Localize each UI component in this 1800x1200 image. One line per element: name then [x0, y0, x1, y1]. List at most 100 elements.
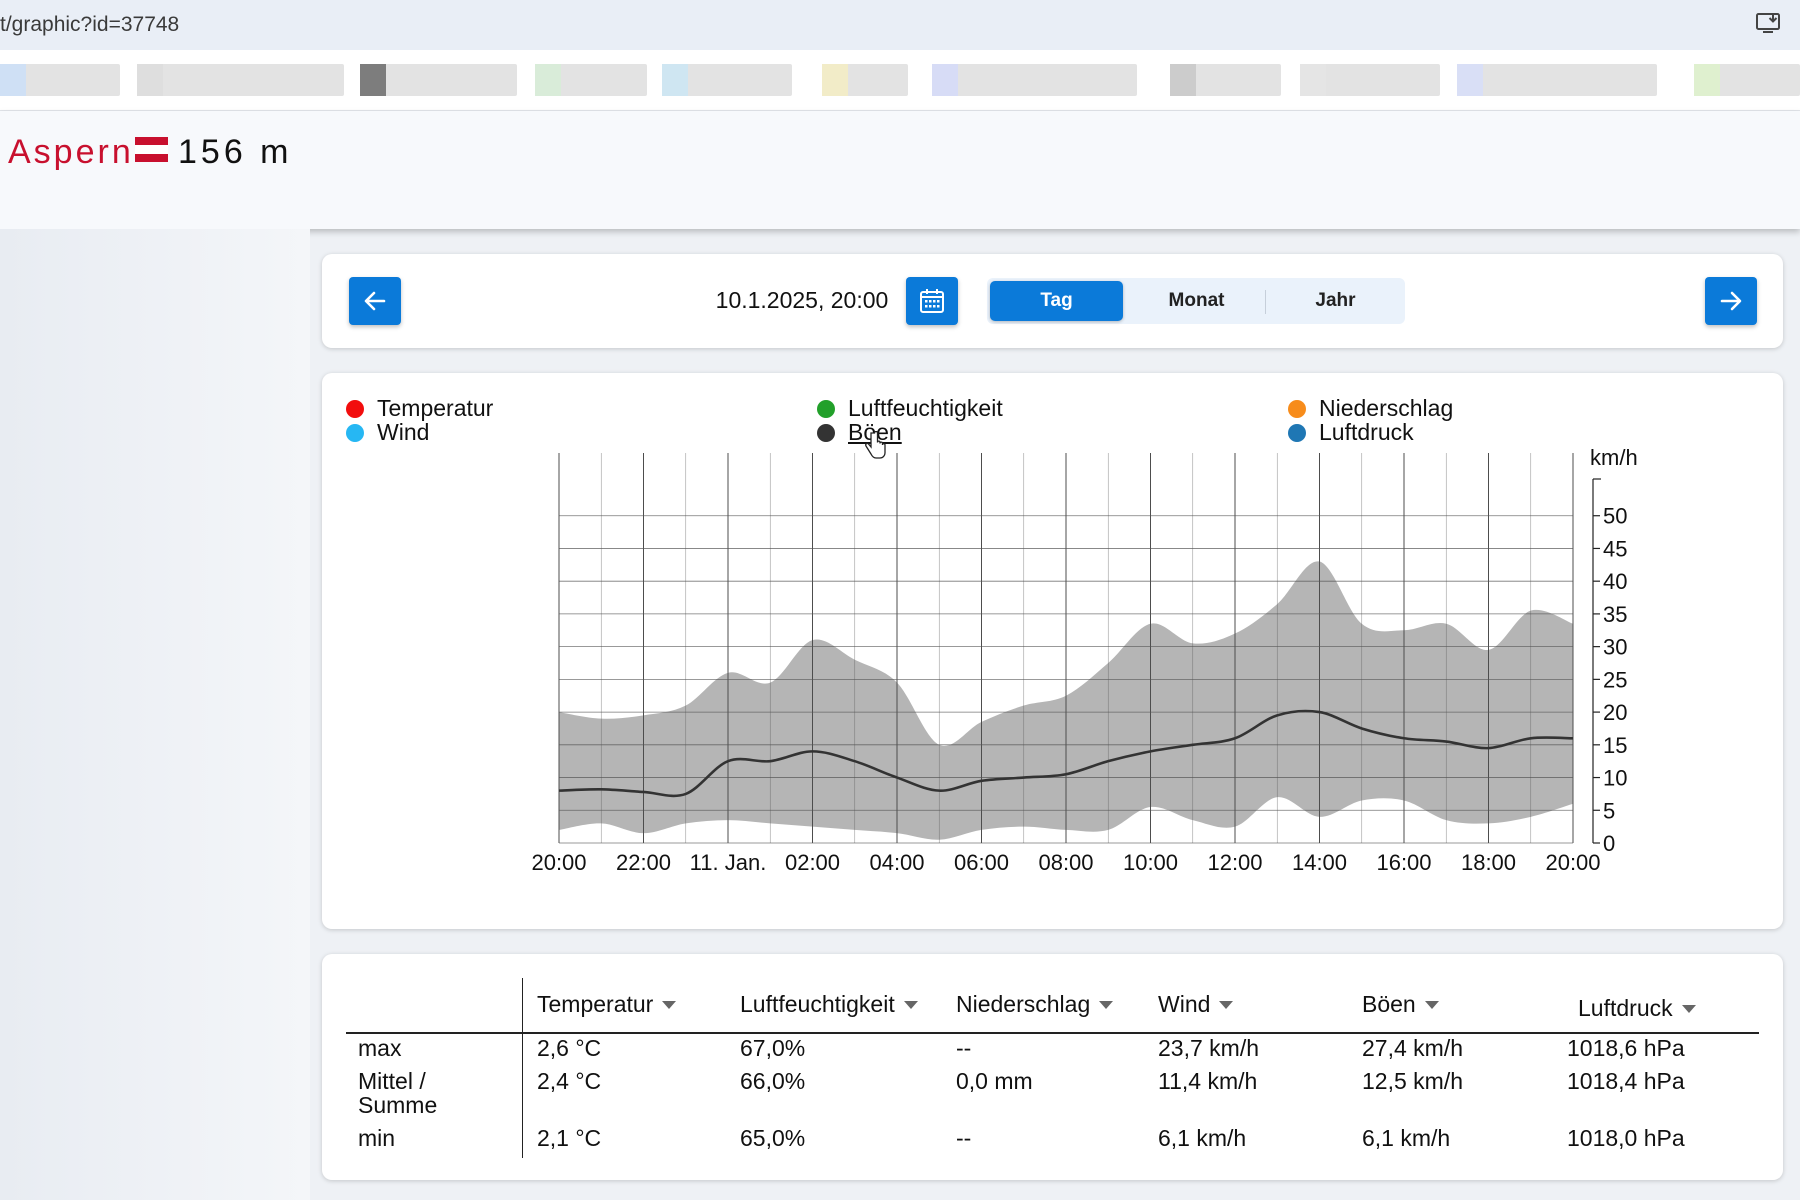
install-app-icon[interactable]	[1756, 12, 1782, 34]
table-cell: 67,0%	[740, 1035, 806, 1061]
table-cell: 6,1 km/h	[1158, 1125, 1247, 1151]
column-header[interactable]: Temperatur	[537, 991, 677, 1018]
column-header-label: Temperatur	[537, 991, 654, 1017]
tab-jahr[interactable]: Jahr	[1269, 281, 1402, 321]
table-cell: 1018,0 hPa	[1567, 1125, 1685, 1151]
x-tick-label: 20:00	[1545, 850, 1600, 875]
table-divider	[522, 978, 523, 1158]
bookmark-item[interactable]	[360, 64, 517, 96]
column-header-label: Luftfeuchtigkeit	[740, 991, 895, 1017]
tab-monat[interactable]: Monat	[1130, 281, 1263, 321]
next-period-button[interactable]	[1705, 277, 1757, 325]
bookmark-item[interactable]	[662, 64, 792, 96]
y-tick-label: 0	[1603, 831, 1615, 856]
side-background	[0, 229, 310, 1200]
bookmark-item[interactable]	[1300, 64, 1440, 96]
column-header[interactable]: Luftdruck	[1578, 995, 1696, 1022]
table-cell: 0,0 mm	[956, 1068, 1033, 1094]
bookmark-favicon-icon	[822, 64, 848, 96]
x-tick-label: 14:00	[1292, 850, 1347, 875]
bookmark-item[interactable]	[932, 64, 1137, 96]
row-label: max	[358, 1035, 402, 1061]
sort-caret-icon	[662, 1000, 677, 1009]
y-axis-label: km/h	[1590, 445, 1638, 470]
y-tick-label: 25	[1603, 667, 1627, 692]
bookmark-item[interactable]	[1170, 64, 1281, 96]
browser-address-bar[interactable]: t/graphic?id=37748	[0, 0, 1800, 50]
bookmark-item[interactable]	[1694, 64, 1800, 96]
previous-period-button[interactable]	[349, 277, 401, 325]
row-label: min	[358, 1125, 396, 1151]
url-text[interactable]: t/graphic?id=37748	[0, 13, 179, 37]
table-cell: 12,5 km/h	[1362, 1068, 1463, 1094]
y-tick-label: 20	[1603, 700, 1627, 725]
table-cell: 6,1 km/h	[1362, 1125, 1451, 1151]
sort-caret-icon	[903, 1000, 918, 1009]
column-header-label: Wind	[1158, 991, 1211, 1017]
calendar-button[interactable]	[906, 277, 958, 325]
bookmark-item[interactable]	[0, 64, 120, 96]
table-cell: 11,4 km/h	[1158, 1068, 1258, 1094]
x-tick-label: 22:00	[616, 850, 671, 875]
bookmark-item[interactable]	[535, 64, 647, 96]
gust-chart[interactable]: 0 5 10 15 20 25 30 35 40 45 50 km/h 20:00 22:00 11. Ja…	[322, 373, 1783, 929]
y-tick-label: 35	[1603, 602, 1627, 627]
bookmark-favicon-icon	[1457, 64, 1483, 96]
y-tick-label: 5	[1603, 798, 1615, 823]
table-cell: 66,0%	[740, 1068, 806, 1094]
tab-tag[interactable]: Tag	[990, 281, 1123, 321]
column-header-label: Böen	[1362, 991, 1416, 1017]
table-cell: 27,4 km/h	[1362, 1035, 1463, 1061]
chart-card: Temperatur Wind Luftfeuchtigkeit Böen Ni…	[322, 373, 1783, 929]
x-tick-label: 16:00	[1376, 850, 1431, 875]
period-toggle: Tag Monat Jahr	[987, 278, 1405, 324]
x-tick-label: 06:00	[954, 850, 1009, 875]
table-cell: 2,4 °C	[537, 1068, 602, 1094]
x-tick-label: 11. Jan.	[690, 850, 767, 875]
bookmark-favicon-icon	[137, 64, 163, 96]
bookmark-item[interactable]	[1457, 64, 1657, 96]
arrow-right-icon	[1720, 291, 1742, 311]
table-cell: --	[956, 1035, 972, 1061]
bookmark-item[interactable]	[822, 64, 908, 96]
column-header-label: Luftdruck	[1578, 995, 1673, 1021]
x-tick-label: 04:00	[869, 850, 924, 875]
bookmark-favicon-icon	[1694, 64, 1720, 96]
tab-separator	[1265, 290, 1266, 314]
station-header: Aspern 156 m	[0, 111, 1800, 229]
sort-caret-icon	[1681, 1004, 1696, 1013]
station-name: Aspern	[8, 133, 134, 171]
bookmark-favicon-icon	[1300, 64, 1326, 96]
bookmark-item[interactable]	[137, 64, 344, 96]
bookmark-favicon-icon	[932, 64, 958, 96]
table-cell: --	[956, 1125, 972, 1151]
y-tick-label: 50	[1603, 504, 1627, 529]
table-header-rule	[346, 1032, 1759, 1034]
table-cell: 2,1 °C	[537, 1125, 602, 1151]
station-altitude: 156 m	[178, 133, 293, 171]
x-tick-label: 02:00	[785, 850, 840, 875]
bookmark-favicon-icon	[662, 64, 688, 96]
x-tick-label: 18:00	[1461, 850, 1516, 875]
x-tick-label: 10:00	[1123, 850, 1178, 875]
column-header[interactable]: Niederschlag	[956, 991, 1114, 1018]
table-cell: 1018,6 hPa	[1567, 1035, 1685, 1061]
table-cell: 2,6 °C	[537, 1035, 602, 1061]
bookmark-favicon-icon	[1170, 64, 1196, 96]
table-cell: 65,0%	[740, 1125, 806, 1151]
column-header[interactable]: Luftfeuchtigkeit	[740, 991, 918, 1018]
statistics-table-card: Temperatur Luftfeuchtigkeit Niederschlag Wi…	[322, 954, 1783, 1180]
date-navigation-card: 10.1.2025, 20:00 Tag Monat Jahr	[322, 254, 1783, 348]
arrow-left-icon	[364, 291, 386, 311]
table-cell: 23,7 km/h	[1158, 1035, 1259, 1061]
sort-caret-icon	[1424, 1000, 1439, 1009]
column-header[interactable]: Wind	[1158, 991, 1234, 1018]
flag-stripe	[135, 137, 168, 146]
y-tick-label: 15	[1603, 733, 1627, 758]
table-cell: 1018,4 hPa	[1567, 1068, 1685, 1094]
selected-date: 10.1.2025, 20:00	[715, 287, 889, 313]
bookmark-favicon-icon	[360, 64, 386, 96]
y-tick-label: 40	[1603, 569, 1627, 594]
column-header[interactable]: Böen	[1362, 991, 1439, 1018]
bookmarks-bar	[0, 50, 1800, 111]
